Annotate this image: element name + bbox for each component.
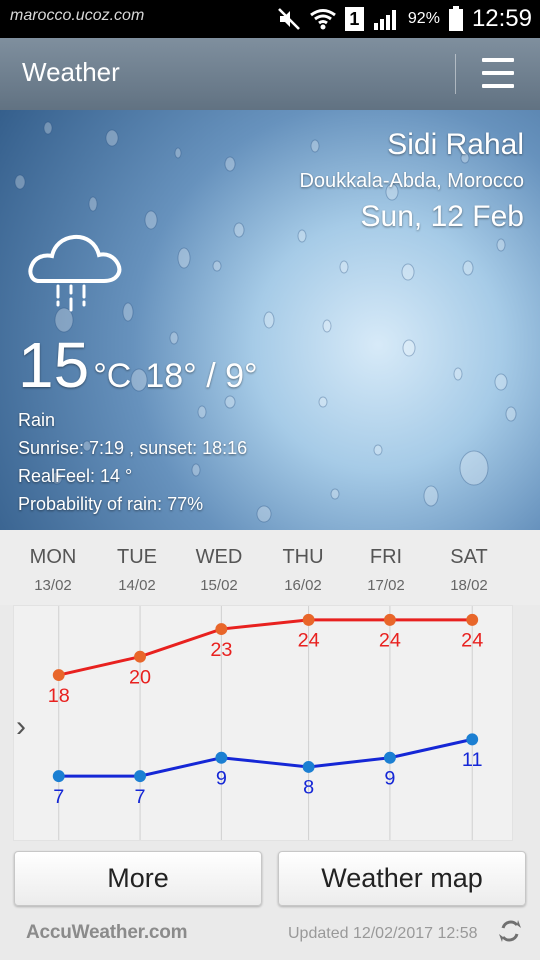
signal-icon [373,10,396,30]
high-temperature-label: 18 [48,685,70,707]
high-low-temperature: 18° / 9° [145,357,258,395]
forecast-day-name: THU [282,546,324,568]
weather-condition: Rain [18,410,56,430]
forecast-day-name: FRI [369,546,403,568]
forecast-day-date: 18/02 [450,577,488,594]
weather-details: Rain Sunrise: 7:19 , sunset: 18:16 RealF… [18,406,247,518]
status-site-text: marocco.ucoz.com [10,7,145,24]
low-temperature-label: 7 [135,786,146,808]
forecast-day-name: WED [195,546,243,568]
current-temperature: 15 °C 18° / 9° [18,332,258,402]
high-temperature-point [215,623,228,636]
sim-badge: 1 [344,7,364,31]
wifi-icon [310,9,336,30]
status-bar: marocco.ucoz.com 1 92% 12:59 [0,0,540,38]
more-button[interactable]: More [14,851,262,906]
realfeel-temperature: RealFeel: 14 ° [18,466,133,486]
forecast-day-date: 13/02 [34,577,72,594]
current-weather-panel: Sidi Rahal Doukkala-Abda, Morocco Sun, 1… [0,110,540,530]
low-temperature-point [52,770,65,783]
forecast-day[interactable]: TUE 14/02 [96,546,178,594]
chevron-right-icon[interactable]: › [16,710,26,744]
menu-separator [455,54,456,94]
low-temperature-line [58,737,473,778]
temperature-forecast-chart: 18 20 23 24 24 24 7 7 9 8 9 11 [13,605,513,841]
high-temperature-label: 24 [379,630,401,652]
low-temperature-point [383,751,396,764]
menu-icon-middle-line [482,71,514,75]
high-temperature-point [466,613,479,626]
high-temperature-line [58,618,473,677]
rain-probability: Probability of rain: 77% [18,494,204,514]
current-date: Sun, 12 Feb [360,200,524,233]
forecast-day[interactable]: FRI 17/02 [345,546,427,594]
status-indicators: 1 92% 12:59 [277,4,532,34]
low-temperature-point [134,770,146,783]
menu-icon-top-line [482,58,514,62]
high-temperature-point [134,650,146,663]
accuweather-logo: AccuWeather.com [26,922,188,943]
menu-icon-bottom-line [482,84,514,88]
forecast-day[interactable]: SAT 18/02 [428,546,510,594]
forecast-day-name: MON [29,546,77,568]
low-temperature-label: 9 [384,768,395,790]
app-title: Weather [22,57,120,87]
weather-map-button[interactable]: Weather map [278,851,526,906]
high-temperature-label: 24 [298,630,320,652]
high-temperature-point [52,669,65,681]
mute-icon [277,8,300,30]
temperature-unit: °C [93,357,132,395]
battery-percent: 92% [407,10,440,27]
forecast-day-name: TUE [117,546,157,568]
temperature-value: 15 [18,329,90,401]
forecast-days: MON 13/02 TUE 14/02 WED 15/02 THU 16/02 … [0,530,540,605]
low-temperature-label: 11 [462,749,483,771]
forecast-day-date: 16/02 [284,577,322,594]
forecast-day[interactable]: MON 13/02 [12,546,94,594]
updated-timestamp: Updated 12/02/2017 12:58 [288,925,478,942]
forecast-day-date: 15/02 [200,577,238,594]
app-bar: Weather [0,38,540,110]
high-temperature-label: 23 [210,639,232,661]
location-city: Sidi Rahal [387,128,524,161]
sim-label: 1 [349,8,360,29]
low-temperature-label: 7 [53,786,64,808]
status-time: 12:59 [471,5,532,32]
low-temperature-point [302,760,315,773]
high-temperature-label: 24 [461,630,483,652]
sunrise-sunset: Sunrise: 7:19 , sunset: 18:16 [18,438,248,458]
location-region: Doukkala-Abda, Morocco [299,170,524,192]
high-temperature-label: 20 [129,666,151,688]
refresh-icon[interactable] [497,918,523,944]
forecast-day[interactable]: WED 15/02 [178,546,260,594]
low-temperature-label: 9 [216,768,227,790]
high-temperature-point [302,613,315,626]
low-temperature-point [215,751,228,764]
low-temperature-point [466,733,479,746]
forecast-day-date: 14/02 [118,577,156,594]
menu-button[interactable] [476,55,520,93]
cloud-rain-icon [28,234,122,312]
high-temperature-point [383,613,396,626]
battery-icon [448,6,463,31]
forecast-day-date: 17/02 [367,577,405,594]
low-temperature-label: 8 [303,777,314,799]
forecast-day-name: SAT [450,546,488,568]
forecast-day[interactable]: THU 16/02 [262,546,344,594]
